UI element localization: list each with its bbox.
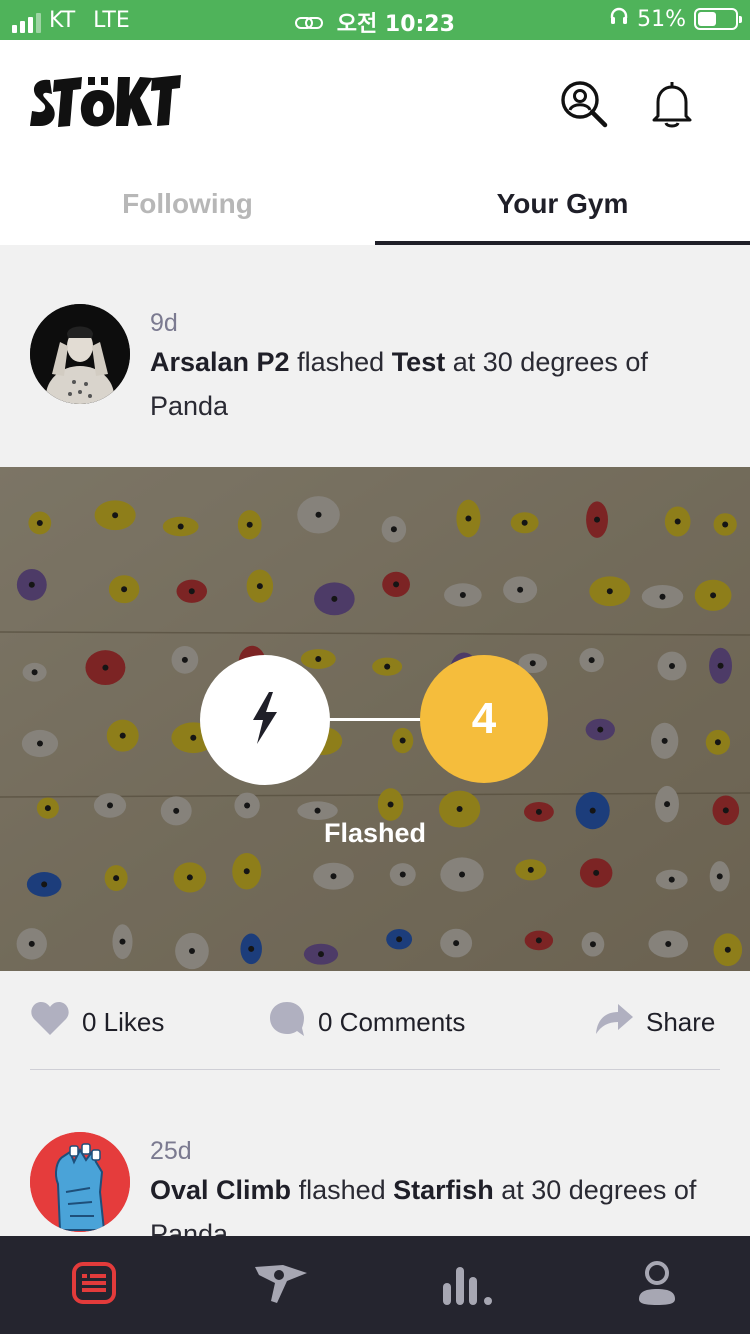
post-time: 25d (150, 1137, 192, 1165)
nav-climb[interactable] (253, 1260, 309, 1310)
nav-feed[interactable] (69, 1260, 119, 1310)
ascent-badges: 4 (200, 655, 550, 785)
post-user[interactable]: Oval Climb (150, 1175, 291, 1205)
feed-icon (72, 1262, 116, 1308)
grade-badge: 4 (420, 655, 548, 783)
nav-stats[interactable] (443, 1260, 495, 1310)
battery-percent: 51% (637, 6, 686, 32)
link-icon (295, 12, 324, 37)
like-button[interactable]: 0 Likes (30, 1001, 165, 1044)
headphones-icon (609, 6, 629, 32)
share-button[interactable]: Share (594, 1002, 715, 1042)
post-route[interactable]: Test (392, 347, 446, 377)
search-icon[interactable] (558, 78, 610, 130)
post-header: 25d Oval Climb flashed Starfish at 30 de… (0, 1073, 750, 1249)
avatar[interactable] (30, 1132, 130, 1232)
post-at: at (501, 1175, 524, 1205)
badge-connector (328, 718, 422, 721)
bell-icon[interactable] (646, 78, 698, 130)
lightning-icon (245, 690, 285, 750)
stokt-logo (28, 68, 183, 132)
battery-icon (694, 8, 742, 30)
tab-following[interactable]: Following (0, 170, 375, 245)
clock: 오전 10:23 (336, 12, 455, 37)
status-right: 51% (609, 6, 742, 32)
comments-count: 0 Comments (318, 1006, 466, 1037)
tab-your-gym[interactable]: Your Gym (375, 170, 750, 245)
share-icon (594, 1002, 634, 1043)
bottom-nav (0, 1236, 750, 1334)
flash-badge (200, 655, 330, 785)
status-bar: KT LTE 오전 10:23 51% (0, 0, 750, 40)
app-header: Following Your Gym (0, 40, 750, 245)
post-route[interactable]: Starfish (393, 1175, 494, 1205)
share-label: Share (646, 1006, 716, 1037)
post-actions: 0 Likes 0 Comments Share (30, 990, 720, 1070)
stats-icon (443, 1261, 495, 1309)
result-label: Flashed (323, 818, 427, 848)
post-user[interactable]: Arsalan P2 (150, 347, 290, 377)
likes-count: 0 Likes (82, 1006, 165, 1037)
post-description: Arsalan P2 flashed Test at 30 degrees of… (150, 340, 720, 428)
climb-icon (253, 1261, 309, 1309)
heart-icon (30, 1001, 70, 1044)
post-verb: flashed (298, 1175, 386, 1205)
post-time: 9d (150, 309, 178, 337)
app-screen: KT LTE 오전 10:23 51% Following Your Gym 9… (0, 0, 750, 1334)
avatar[interactable] (30, 304, 130, 404)
comment-icon (268, 1000, 306, 1045)
profile-icon (637, 1261, 677, 1309)
post-at: at (452, 347, 476, 377)
feed-tabs: Following Your Gym (0, 170, 750, 245)
post-verb: flashed (297, 347, 385, 377)
comment-button[interactable]: 0 Comments (268, 1000, 466, 1045)
post-header: 9d Arsalan P2 flashed Test at 30 degrees… (0, 245, 750, 467)
nav-profile[interactable] (632, 1260, 682, 1310)
